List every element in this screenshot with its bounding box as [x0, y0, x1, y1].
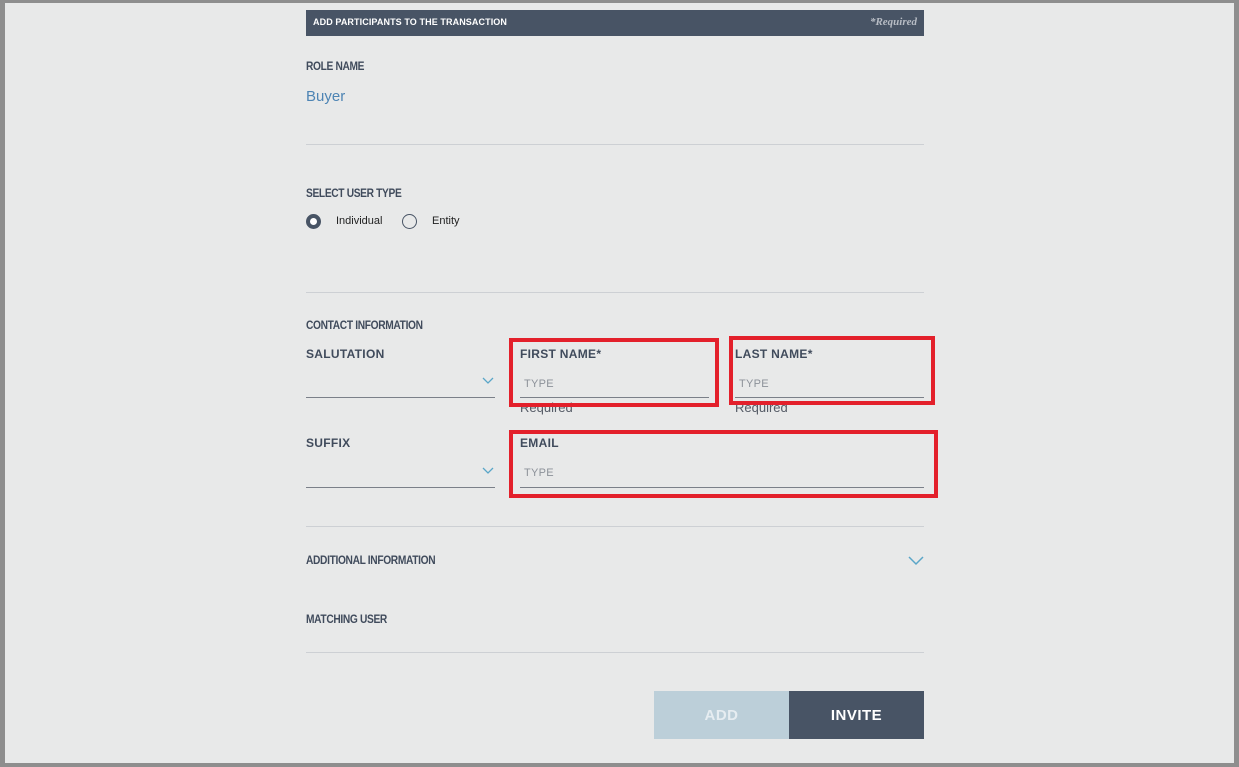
chevron-down-icon: [482, 467, 494, 474]
user-type-label: SELECT USER TYPE: [306, 186, 402, 200]
invite-button[interactable]: INVITE: [789, 691, 924, 739]
first-name-highlight-box: [509, 338, 719, 407]
form-header: ADD PARTICIPANTS TO THE TRANSACTION *Req…: [306, 10, 924, 36]
matching-user-label: MATCHING USER: [306, 612, 387, 626]
suffix-select[interactable]: [306, 457, 495, 488]
form-title: ADD PARTICIPANTS TO THE TRANSACTION: [313, 17, 507, 27]
divider: [306, 526, 924, 527]
radio-individual[interactable]: [306, 214, 321, 229]
divider: [306, 652, 924, 653]
divider: [306, 292, 924, 293]
role-name-label: ROLE NAME: [306, 59, 365, 73]
radio-entity-label[interactable]: Entity: [432, 215, 460, 227]
chevron-down-icon[interactable]: [908, 556, 924, 566]
required-note: *Required: [869, 16, 917, 28]
add-button[interactable]: ADD: [654, 691, 789, 739]
salutation-label: SALUTATION: [306, 347, 385, 361]
salutation-select[interactable]: [306, 368, 495, 398]
contact-info-label: CONTACT INFORMATION: [306, 318, 423, 332]
radio-individual-label[interactable]: Individual: [336, 215, 382, 227]
divider: [306, 144, 924, 145]
suffix-label: SUFFIX: [306, 436, 351, 450]
role-name-value: Buyer: [306, 88, 346, 105]
email-highlight-box: [509, 430, 938, 498]
additional-info-label[interactable]: ADDITIONAL INFORMATION: [306, 553, 436, 567]
chevron-down-icon: [482, 377, 494, 384]
last-name-highlight-box: [729, 336, 935, 405]
radio-entity[interactable]: [402, 214, 417, 229]
